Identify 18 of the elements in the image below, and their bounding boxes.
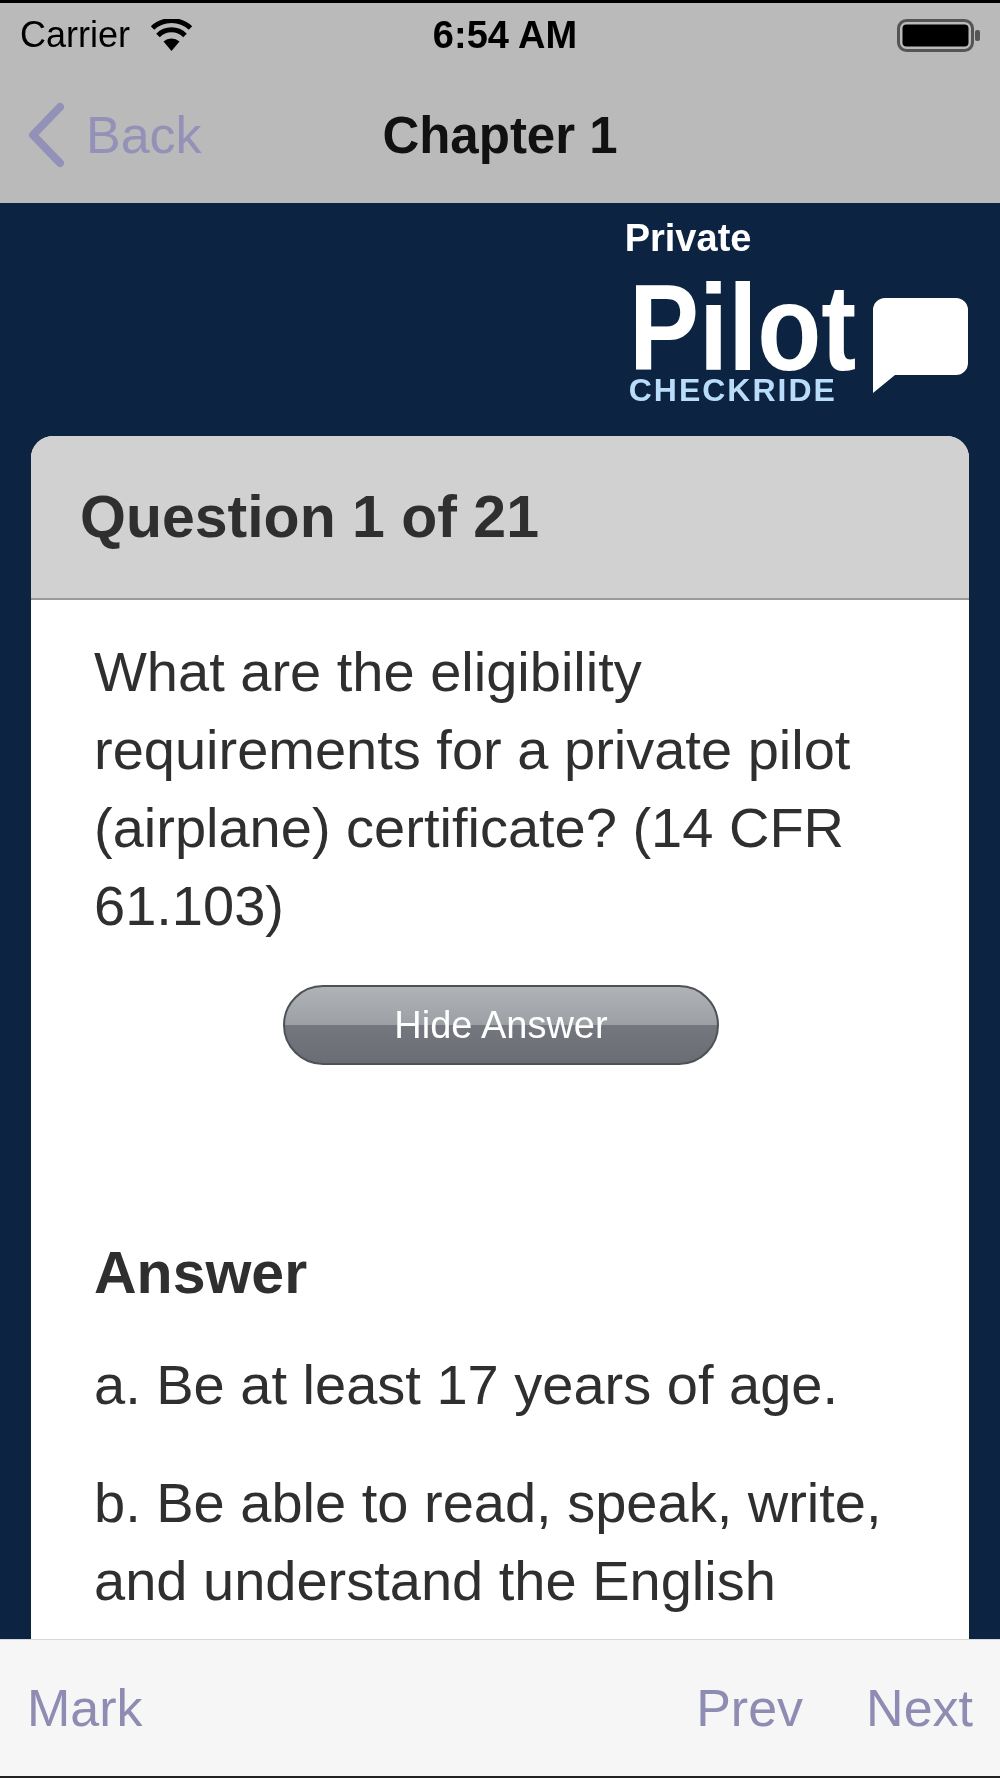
answer-item: b. Be able to read, speak, write, and understand the English xyxy=(94,1470,883,1615)
prev-button[interactable]: Prev xyxy=(696,1682,804,1734)
next-button[interactable]: Next xyxy=(866,1682,973,1734)
logo-top-word: Private xyxy=(624,219,752,257)
speech-bubble-icon xyxy=(873,298,968,393)
battery-icon xyxy=(897,18,980,52)
clock-time: 6:54 AM xyxy=(432,16,578,54)
wifi-icon xyxy=(150,19,193,51)
logo-main-word: Pilot xyxy=(628,280,856,378)
chevron-left-icon xyxy=(27,102,65,168)
logo-tagline: CHECKRIDE xyxy=(628,377,837,404)
question-counter: Question 1 of 21 xyxy=(80,487,539,547)
mark-button[interactable]: Mark xyxy=(27,1682,143,1734)
question-text: What are the eligibility requirements for a private pilot (airplane) certificate? (14 CFR 61.103) xyxy=(94,639,852,940)
hide-answer-button[interactable]: Hide Answer xyxy=(283,985,719,1066)
carrier-label: Carrier xyxy=(20,17,130,53)
answer-item: a. Be at least 17 years of age. xyxy=(94,1352,840,1419)
answer-heading: Answer xyxy=(94,1239,308,1309)
